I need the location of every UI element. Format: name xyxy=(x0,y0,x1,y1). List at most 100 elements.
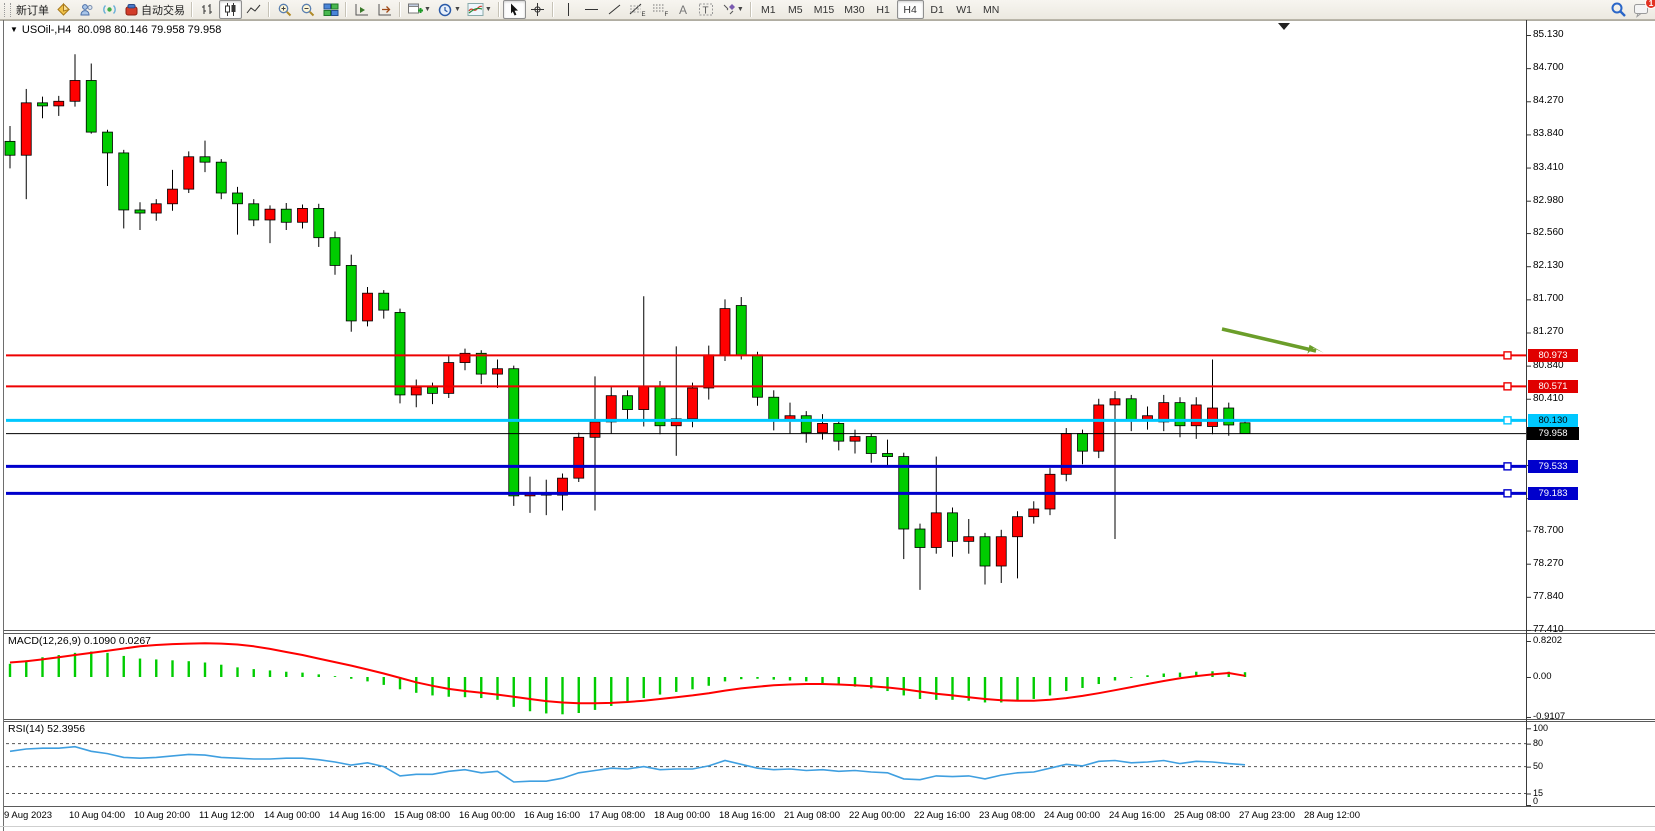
bearish-candle xyxy=(216,162,226,193)
crosshair-button[interactable] xyxy=(526,0,549,19)
channel-icon: F xyxy=(652,2,669,17)
bullish-candle xyxy=(411,387,421,395)
fibonacci-button[interactable]: E xyxy=(626,0,649,19)
new-order-button[interactable]: 新订单 xyxy=(13,0,52,19)
svg-text:F: F xyxy=(664,12,668,17)
new-chart-icon xyxy=(407,2,423,17)
line-anchor-handle xyxy=(1504,352,1511,359)
bearish-candle xyxy=(5,141,15,155)
cursor-button[interactable] xyxy=(503,0,526,19)
bullish-candle xyxy=(1208,408,1218,426)
signal-button[interactable] xyxy=(98,0,121,19)
toolbar-grip[interactable] xyxy=(4,3,11,17)
bearish-candle xyxy=(428,387,438,393)
line-anchor-handle xyxy=(1504,490,1511,497)
bearish-candle xyxy=(753,355,763,397)
search-button[interactable] xyxy=(1607,0,1630,19)
tile-windows-button[interactable] xyxy=(319,0,342,19)
bearish-candle xyxy=(1126,399,1136,421)
auto-trading-button[interactable]: 自动交易 xyxy=(121,0,188,19)
trendline-icon xyxy=(607,2,622,17)
timeframe-button-d1[interactable]: D1 xyxy=(924,0,951,19)
bullish-candle xyxy=(70,80,80,101)
price-tick-label: 81.700 xyxy=(1533,293,1564,304)
vertical-line-button[interactable] xyxy=(557,0,580,19)
bullish-candle xyxy=(704,355,714,388)
bearish-candle xyxy=(330,238,340,266)
chart-shift-button[interactable] xyxy=(373,0,396,19)
bar-chart-button[interactable] xyxy=(196,0,219,19)
bullish-candle xyxy=(1191,405,1201,426)
timeframe-button-m1[interactable]: M1 xyxy=(755,0,782,19)
time-tick-label: 15 Aug 08:00 xyxy=(394,810,450,821)
notifications-button[interactable]: 1 xyxy=(1630,0,1653,19)
bearish-candle xyxy=(233,193,243,204)
svg-text:A: A xyxy=(679,3,687,17)
period-button[interactable]: ▼ xyxy=(434,0,464,19)
price-tick-label: 78.700 xyxy=(1533,525,1564,536)
bullish-candle xyxy=(298,208,308,222)
chart-canvas[interactable] xyxy=(0,0,1655,831)
timeframe-button-mn[interactable]: MN xyxy=(978,0,1005,19)
candle-chart-button[interactable] xyxy=(219,0,242,19)
bearish-candle xyxy=(86,80,96,132)
price-tick-label: 78.270 xyxy=(1533,558,1564,569)
trendline-button[interactable] xyxy=(603,0,626,19)
main-toolbar: 新订单 自动交易 ▼ ▼ ▼ E F A T ▼ M1M5M15M30H1H xyxy=(0,0,1655,20)
mt4-terminal: 新订单 自动交易 ▼ ▼ ▼ E F A T ▼ M1M5M15M30H1H xyxy=(0,0,1655,831)
period-icon xyxy=(437,2,453,18)
channel-button[interactable]: F xyxy=(649,0,672,19)
timeframe-button-h1[interactable]: H1 xyxy=(870,0,897,19)
arrows-button[interactable]: ▼ xyxy=(718,0,747,19)
text-label-button[interactable]: T xyxy=(695,0,718,19)
crosshair-icon xyxy=(530,2,545,17)
line-anchor-handle xyxy=(1504,383,1511,390)
timeframe-button-m15[interactable]: M15 xyxy=(809,0,839,19)
timeframe-button-m5[interactable]: M5 xyxy=(782,0,809,19)
bearish-candle xyxy=(948,513,958,542)
candlestick-layer xyxy=(5,54,1250,590)
time-tick-label: 22 Aug 16:00 xyxy=(914,810,970,821)
timeframe-button-w1[interactable]: W1 xyxy=(951,0,978,19)
price-tick-label: 77.410 xyxy=(1533,624,1564,635)
text-button[interactable]: A xyxy=(672,0,695,19)
bearish-candle xyxy=(736,306,746,355)
zoom-out-button[interactable] xyxy=(296,0,319,19)
zoom-in-button[interactable] xyxy=(273,0,296,19)
horizontal-line-button[interactable] xyxy=(580,0,603,19)
time-tick-label: 18 Aug 00:00 xyxy=(654,810,710,821)
bearish-candle xyxy=(281,209,291,222)
bullish-candle xyxy=(639,386,649,409)
bearish-candle xyxy=(509,369,519,496)
timeframe-button-h4[interactable]: H4 xyxy=(897,0,924,19)
ticket-button[interactable] xyxy=(52,0,75,19)
indicators-button[interactable]: ▼ xyxy=(464,0,495,19)
time-tick-label: 27 Aug 23:00 xyxy=(1239,810,1295,821)
line-chart-button[interactable] xyxy=(242,0,265,19)
bearish-candle xyxy=(395,312,405,394)
time-tick-label: 28 Aug 12:00 xyxy=(1304,810,1360,821)
separator xyxy=(750,2,752,17)
auto-scroll-button[interactable] xyxy=(350,0,373,19)
rsi-indicator-label: RSI(14) 52.3956 xyxy=(8,723,85,735)
bullish-candle xyxy=(931,513,941,548)
chevron-down-icon: ▼ xyxy=(737,6,744,13)
collapse-triangle-icon[interactable]: ▼ xyxy=(10,25,18,34)
line-chart-icon xyxy=(246,2,261,17)
time-tick-label: 14 Aug 16:00 xyxy=(329,810,385,821)
autotrade-icon xyxy=(124,2,139,17)
new-chart-button[interactable]: ▼ xyxy=(404,0,434,19)
timeframe-button-m30[interactable]: M30 xyxy=(839,0,869,19)
ticket-icon xyxy=(56,2,71,17)
price-tick-label: 84.700 xyxy=(1533,62,1564,73)
search-icon xyxy=(1610,1,1627,18)
text-icon: A xyxy=(676,2,690,17)
contacts-button[interactable] xyxy=(75,0,98,19)
indicators-icon xyxy=(467,2,484,17)
bearish-candle xyxy=(834,423,844,441)
rsi-axis-label: 100 xyxy=(1533,723,1548,733)
horizontal-line-icon xyxy=(584,3,599,16)
arrows-icon xyxy=(721,2,736,17)
separator xyxy=(345,2,347,17)
time-tick-label: 25 Aug 08:00 xyxy=(1174,810,1230,821)
